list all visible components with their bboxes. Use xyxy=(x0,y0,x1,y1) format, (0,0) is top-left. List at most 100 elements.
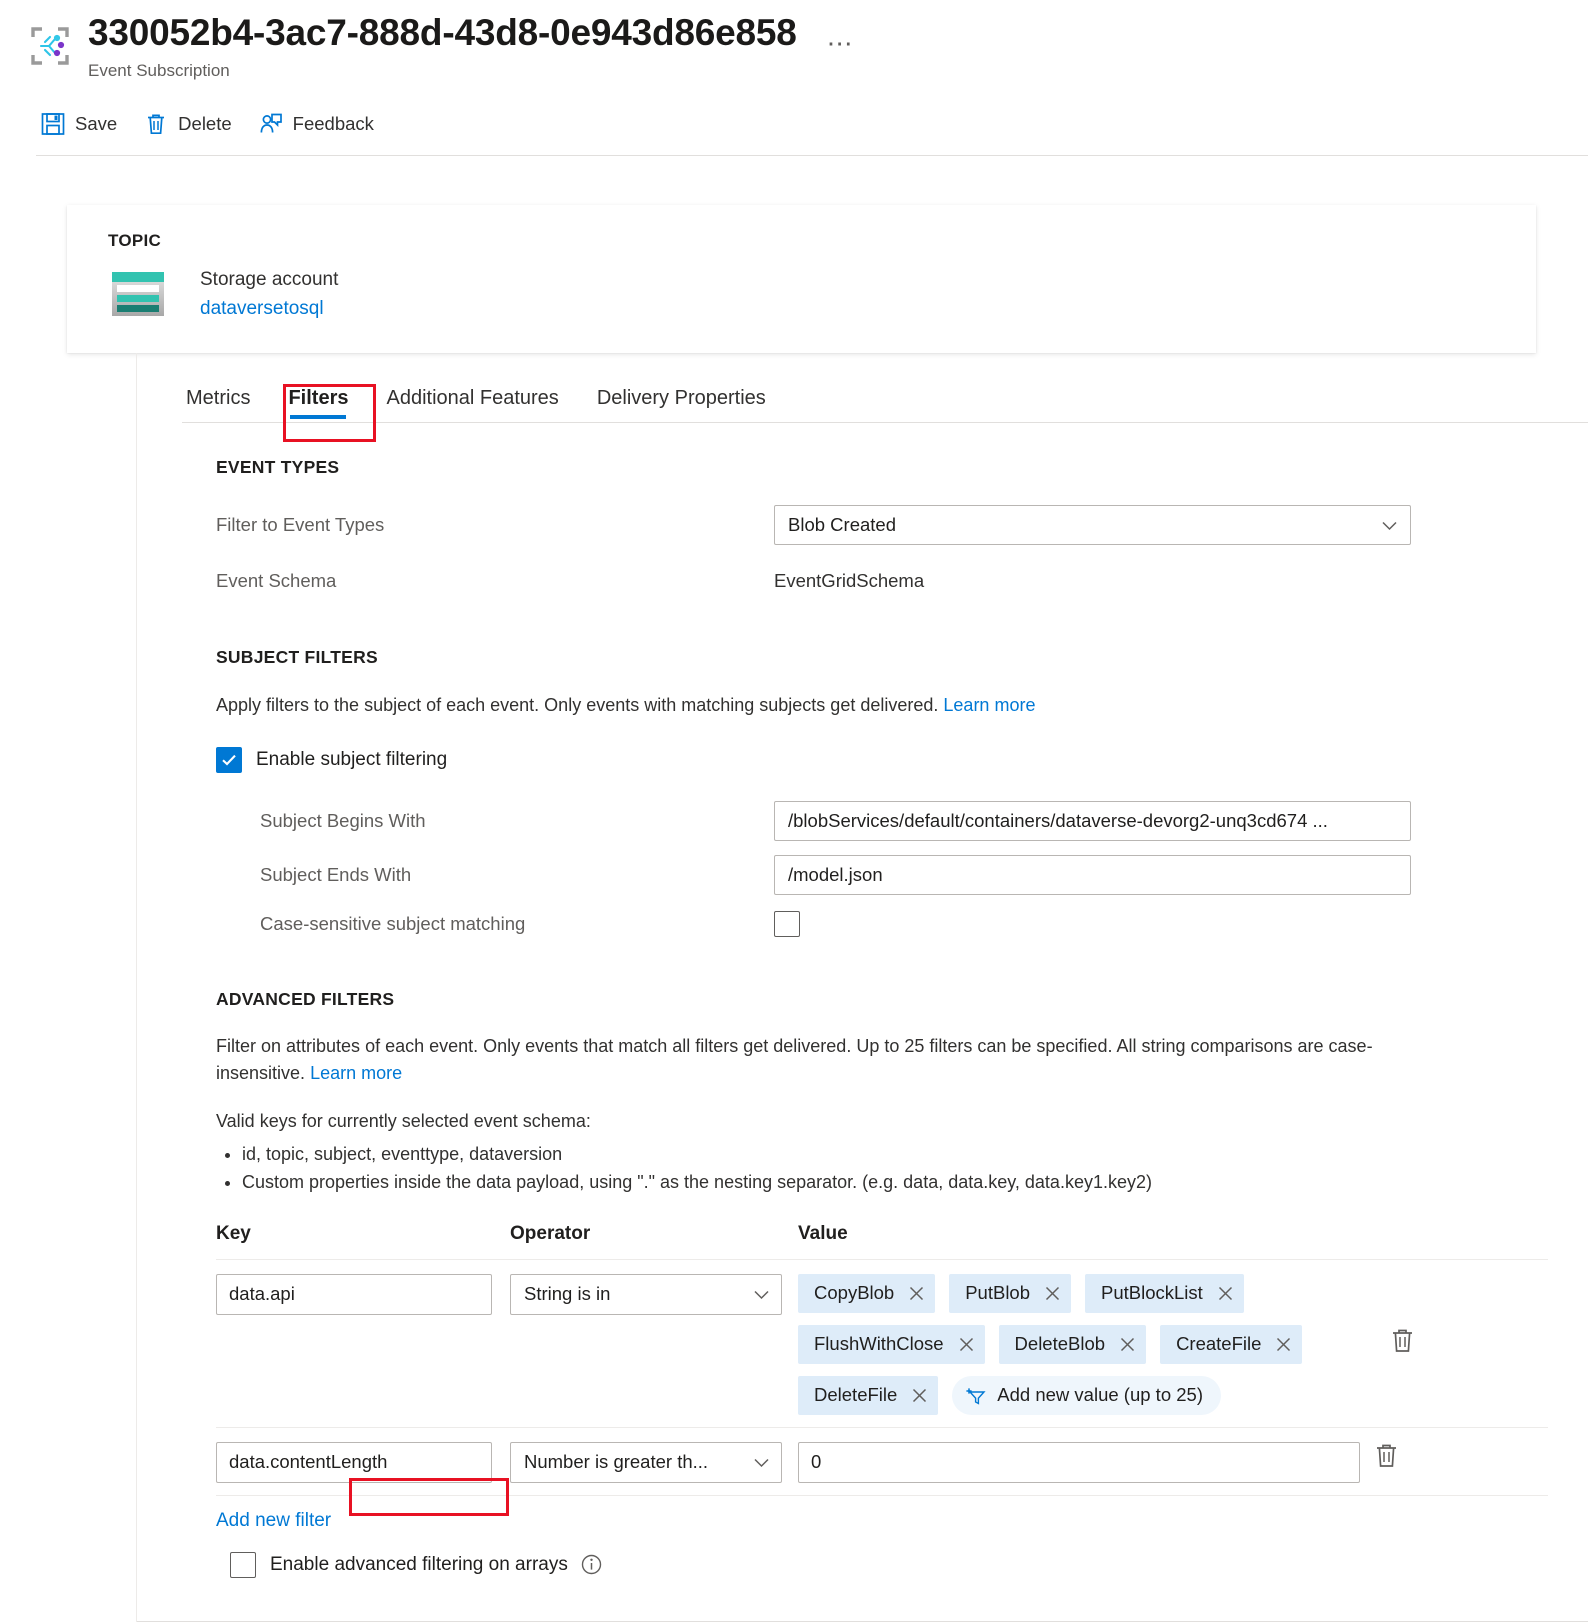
value-chip[interactable]: PutBlob xyxy=(949,1273,1072,1313)
value-chip[interactable]: PutBlockList xyxy=(1085,1273,1244,1313)
enable-subject-filtering-checkbox[interactable] xyxy=(216,747,242,773)
table-row: data.contentLength Number is greater th.… xyxy=(216,1426,1548,1495)
filter-operator-cell: String is in xyxy=(510,1273,798,1315)
more-options-ellipsis[interactable]: ⋯ xyxy=(827,30,855,56)
filter-operator-cell: Number is greater th... xyxy=(510,1441,798,1483)
filter-value-text: 0 xyxy=(811,1451,822,1473)
value-chip[interactable]: CreateFile xyxy=(1160,1324,1303,1364)
column-header-operator: Operator xyxy=(510,1222,591,1244)
topic-card: TOPIC Storage account dataversetosql xyxy=(67,205,1536,353)
add-new-value-label: Add new value (up to 25) xyxy=(997,1384,1203,1406)
filter-value-input[interactable]: 0 xyxy=(798,1441,1360,1483)
chevron-down-icon xyxy=(753,1286,770,1303)
filter-key-input[interactable]: data.contentLength xyxy=(216,1441,492,1483)
case-sensitive-subject-matching-checkbox[interactable] xyxy=(774,911,800,937)
delete-filter-icon[interactable] xyxy=(1374,1442,1399,1469)
close-icon[interactable] xyxy=(911,1387,928,1404)
delete-button[interactable]: Delete xyxy=(139,105,243,143)
close-icon[interactable] xyxy=(958,1336,975,1353)
subject-ends-with-input[interactable]: /model.json xyxy=(774,855,1411,895)
event-types-section: EVENT TYPES Filter to Event Types Blob C… xyxy=(137,457,1588,592)
subject-begins-with-value: /blobServices/default/containers/dataver… xyxy=(788,810,1328,831)
value-chip[interactable]: FlushWithClose xyxy=(798,1324,985,1364)
value-chip-label: FlushWithClose xyxy=(814,1333,944,1355)
value-chip-label: DeleteFile xyxy=(814,1384,898,1406)
chevron-down-icon xyxy=(753,1454,770,1471)
value-chip[interactable]: CopyBlob xyxy=(798,1273,936,1313)
command-bar: Save Delete Feedback xyxy=(0,105,1588,143)
tab-filters[interactable]: Filters xyxy=(288,387,348,423)
event-schema-label: Event Schema xyxy=(216,570,337,591)
close-icon[interactable] xyxy=(1044,1285,1061,1302)
subject-filters-learn-more-link[interactable]: Learn more xyxy=(943,695,1035,715)
topic-label: TOPIC xyxy=(108,231,162,250)
filter-operator-select[interactable]: String is in xyxy=(510,1273,782,1315)
filter-key-cell: data.api xyxy=(216,1273,510,1315)
close-icon[interactable] xyxy=(1217,1285,1234,1302)
value-chip[interactable]: DeleteFile xyxy=(798,1375,939,1415)
advanced-filters-section: ADVANCED FILTERS Filter on attributes of… xyxy=(137,989,1588,1578)
topic-kind: Storage account xyxy=(200,269,339,290)
enable-subject-filtering-label: Enable subject filtering xyxy=(256,749,448,770)
value-chip[interactable]: DeleteBlob xyxy=(998,1324,1147,1364)
page-subtitle: Event Subscription xyxy=(88,60,230,80)
filter-to-event-types-select[interactable]: Blob Created xyxy=(774,505,1411,545)
command-bar-divider xyxy=(36,155,1588,156)
add-new-value-button[interactable]: Add new value (up to 25) xyxy=(952,1375,1221,1415)
filter-value-chip-list: CopyBlob PutBlob PutBlockList FlushWithC… xyxy=(798,1273,1376,1415)
save-label: Save xyxy=(75,112,118,134)
subject-begins-with-row: Subject Begins With /blobServices/defaul… xyxy=(216,801,1548,841)
case-sensitive-subject-matching-label: Case-sensitive subject matching xyxy=(260,913,526,934)
filter-key-input[interactable]: data.api xyxy=(216,1273,492,1315)
subject-ends-with-value: /model.json xyxy=(788,864,883,885)
tab-bar: Metrics Filters Additional Features Deli… xyxy=(137,353,1588,423)
filter-to-event-types-label: Filter to Event Types xyxy=(216,514,385,535)
close-icon[interactable] xyxy=(1119,1336,1136,1353)
content-panel: Metrics Filters Additional Features Deli… xyxy=(137,353,1588,1622)
title-row: 330052b4-3ac7-888d-43d8-0e943d86e858 Eve… xyxy=(0,12,1588,81)
valid-keys-list: id, topic, subject, eventtype, dataversi… xyxy=(216,1141,1548,1197)
save-button[interactable]: Save xyxy=(36,105,129,143)
filter-operator-select[interactable]: Number is greater th... xyxy=(510,1441,782,1483)
advanced-filters-learn-more-link[interactable]: Learn more xyxy=(310,1063,402,1083)
feedback-button[interactable]: Feedback xyxy=(254,105,386,143)
filter-key-value: data.api xyxy=(229,1283,295,1305)
storage-account-icon xyxy=(108,270,168,318)
tab-bar-underline xyxy=(182,422,1588,423)
close-icon[interactable] xyxy=(1275,1336,1292,1353)
subject-filters-section: SUBJECT FILTERS Apply filters to the sub… xyxy=(137,647,1588,937)
subject-begins-with-input[interactable]: /blobServices/default/containers/dataver… xyxy=(774,801,1411,841)
value-chip-label: DeleteBlob xyxy=(1014,1333,1106,1355)
enable-arrays-filtering-row: Enable advanced filtering on arrays xyxy=(216,1551,1548,1578)
subject-begins-with-label: Subject Begins With xyxy=(260,810,426,831)
delete-filter-icon[interactable] xyxy=(1390,1327,1415,1354)
advanced-filters-table: Key Operator Value data.api String is in xyxy=(216,1223,1548,1578)
event-grid-subscription-icon xyxy=(28,24,72,68)
value-chip-label: CreateFile xyxy=(1176,1333,1262,1355)
add-new-filter-link[interactable]: Add new filter xyxy=(216,1510,331,1532)
close-icon[interactable] xyxy=(908,1285,925,1302)
subject-filters-heading: SUBJECT FILTERS xyxy=(216,647,378,667)
column-header-key: Key xyxy=(216,1222,251,1244)
tab-additional-features[interactable]: Additional Features xyxy=(386,387,558,423)
valid-keys-intro: Valid keys for currently selected event … xyxy=(216,1111,591,1131)
advanced-filters-table-header: Key Operator Value xyxy=(216,1223,1548,1259)
event-types-heading: EVENT TYPES xyxy=(216,457,340,477)
filter-value-cell: CopyBlob PutBlob PutBlockList FlushWithC… xyxy=(798,1273,1548,1415)
trash-icon xyxy=(143,111,169,137)
title-block: 330052b4-3ac7-888d-43d8-0e943d86e858 Eve… xyxy=(88,12,797,81)
add-new-filter-row: Add new filter xyxy=(216,1494,1548,1532)
tab-metrics[interactable]: Metrics xyxy=(186,387,250,423)
filter-operator-value: Number is greater th... xyxy=(524,1451,709,1473)
enable-arrays-filtering-checkbox[interactable] xyxy=(230,1551,256,1578)
subject-filters-description-row: Apply filters to the subject of each eve… xyxy=(216,692,1548,719)
column-header-value: Value xyxy=(798,1222,848,1244)
page-title: 330052b4-3ac7-888d-43d8-0e943d86e858 xyxy=(88,12,797,53)
feedback-label: Feedback xyxy=(292,112,374,134)
filter-to-event-types-value: Blob Created xyxy=(788,514,896,535)
info-icon[interactable] xyxy=(581,1554,602,1575)
page-header: 330052b4-3ac7-888d-43d8-0e943d86e858 Eve… xyxy=(0,0,1588,156)
feedback-person-icon xyxy=(258,111,284,137)
tab-delivery-properties[interactable]: Delivery Properties xyxy=(597,387,766,423)
topic-resource-link[interactable]: dataversetosql xyxy=(200,296,338,322)
